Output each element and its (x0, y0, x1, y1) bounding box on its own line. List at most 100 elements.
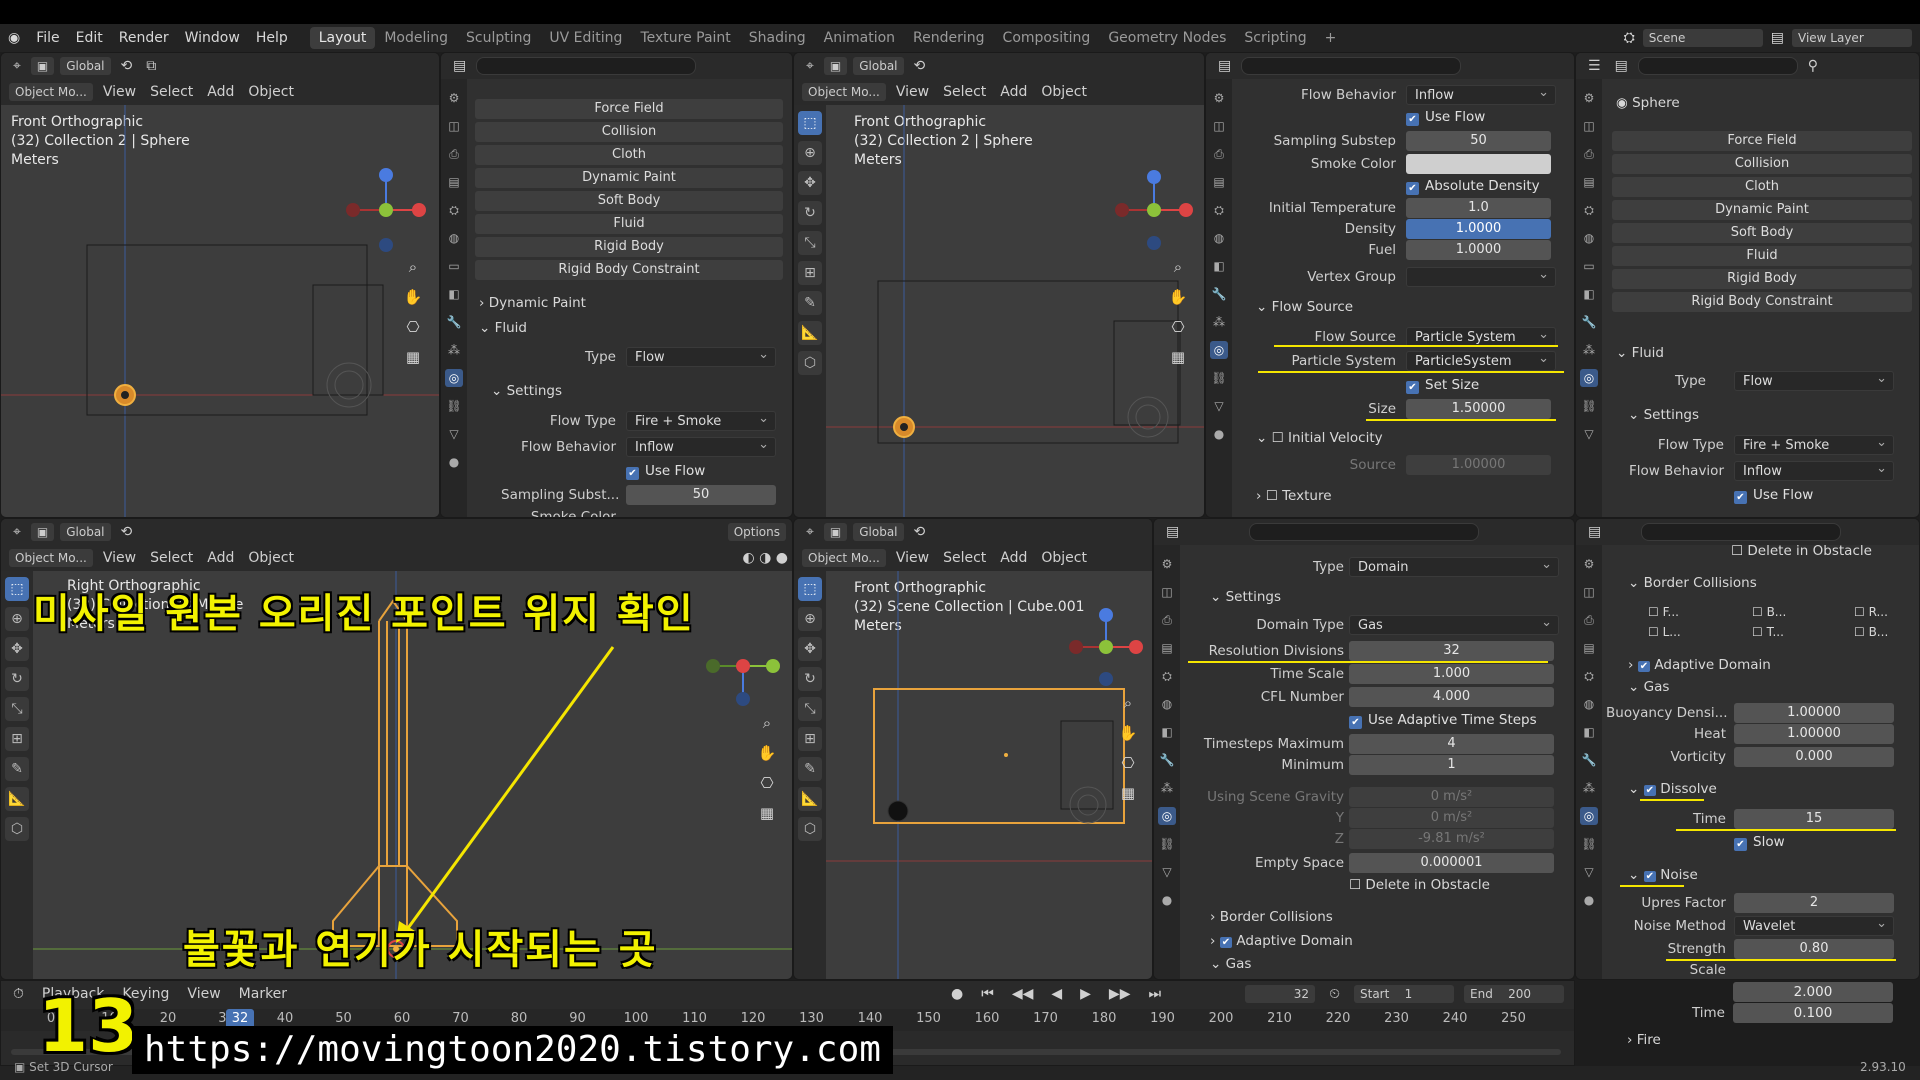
physics-collision-button[interactable]: Collision (475, 122, 783, 142)
transform-tool-icon[interactable]: ⊞ (798, 261, 822, 285)
transform-orientation-dropdown[interactable]: Global (60, 57, 111, 75)
data-tab-icon[interactable]: ▽ (1580, 425, 1598, 443)
vorticity-field[interactable]: 0.000 (1734, 747, 1894, 767)
collection-tab-icon[interactable]: ▭ (1580, 257, 1598, 275)
pivot-icon[interactable]: ⟲ (117, 524, 137, 540)
camera-icon[interactable]: ⎔ (1116, 751, 1140, 775)
add-cube-tool-icon[interactable]: ⬡ (798, 351, 822, 375)
delete-in-obstacle-checkbox[interactable]: ☐ Delete in Obstacle (1349, 877, 1490, 893)
physics-cloth-button[interactable]: Cloth (475, 145, 783, 165)
select-box-tool-icon[interactable]: ⬚ (798, 577, 822, 601)
physics-rigid-body-constraint-button[interactable]: Rigid Body Constraint (1612, 292, 1912, 312)
display-mode-icon[interactable]: ▤ (1611, 58, 1632, 74)
initial-temperature-field[interactable]: 1.0 (1406, 198, 1551, 218)
render-tab-icon[interactable]: ◫ (1580, 583, 1598, 601)
snap-icon[interactable]: ⧉ (142, 58, 160, 74)
dissolve-time-field[interactable]: 15 (1734, 809, 1894, 829)
use-flow-checkbox[interactable]: Use Flow (1734, 487, 1813, 504)
output-tab-icon[interactable]: ⎙ (1580, 145, 1598, 163)
delete-in-obstacle-checkbox[interactable]: ☐ Delete in Obstacle (1731, 543, 1872, 559)
play-reverse-icon[interactable]: ◀ (1047, 986, 1066, 1002)
slow-checkbox[interactable]: Slow (1734, 834, 1785, 851)
use-adaptive-time-steps-checkbox[interactable]: Use Adaptive Time Steps (1349, 712, 1537, 729)
constraints-tab-icon[interactable]: ⛓ (1580, 397, 1598, 415)
prev-keyframe-icon[interactable]: ◀◀ (1008, 986, 1038, 1002)
data-tab-icon[interactable]: ▽ (1158, 863, 1176, 881)
particles-tab-icon[interactable]: ⁂ (1158, 779, 1176, 797)
absolute-density-checkbox[interactable]: Absolute Density (1406, 178, 1540, 195)
size-field[interactable]: 1.50000 (1406, 399, 1551, 419)
annotate-tool-icon[interactable]: ✎ (798, 757, 822, 781)
world-tab-icon[interactable]: ◍ (1158, 695, 1176, 713)
end-frame-field[interactable]: End 200 (1464, 985, 1564, 1003)
view-layer-tab-icon[interactable]: ▤ (445, 173, 463, 191)
upres-factor-field[interactable]: 2 (1734, 893, 1894, 913)
scene-selector[interactable]: Scene (1642, 29, 1763, 47)
transform-tool-icon[interactable]: ⊞ (798, 727, 822, 751)
timesteps-minimum-field[interactable]: 1 (1349, 755, 1554, 775)
section-noise[interactable]: ⌄ ✔ Noise (1628, 867, 1698, 883)
start-frame-field[interactable]: Start 1 (1354, 985, 1454, 1003)
buoyancy-density-field[interactable]: 1.00000 (1734, 703, 1894, 723)
cursor-tool-icon[interactable]: ⊕ (5, 607, 29, 631)
menu-render[interactable]: Render (111, 30, 177, 46)
particles-tab-icon[interactable]: ⁂ (1580, 779, 1598, 797)
menu-select[interactable]: Select (146, 84, 197, 100)
border-front[interactable]: ☐ F... (1648, 605, 1679, 619)
menu-add[interactable]: Add (996, 84, 1031, 100)
pan-hand-icon[interactable]: ✋ (1166, 285, 1190, 309)
section-border-collisions[interactable]: ⌄ Border Collisions (1628, 575, 1757, 591)
zoom-icon[interactable]: ⌕ (1116, 691, 1140, 715)
camera-icon[interactable]: ⎔ (1166, 315, 1190, 339)
select-box-tool-icon[interactable]: ⬚ (798, 111, 822, 135)
props-search-field[interactable] (476, 57, 697, 75)
particles-tab-icon[interactable]: ⁂ (1210, 313, 1228, 331)
empty-space-field[interactable]: 0.000001 (1349, 853, 1554, 873)
menu-add[interactable]: Add (203, 550, 238, 566)
pivot-icon[interactable]: ⟲ (910, 58, 930, 74)
menu-view[interactable]: View (892, 550, 933, 566)
options-dropdown[interactable]: Options (727, 523, 786, 541)
menu-object[interactable]: Object (1037, 550, 1091, 566)
mode-dropdown[interactable]: Object Mo... (9, 83, 93, 101)
tool-tab-icon[interactable]: ⚙ (1158, 555, 1176, 573)
section-adaptive-domain[interactable]: › ✔ Adaptive Domain (1210, 933, 1353, 949)
menu-view[interactable]: View (99, 84, 140, 100)
section-border-collisions[interactable]: › Border Collisions (1210, 909, 1333, 925)
workspace-tab-layout[interactable]: Layout (309, 27, 376, 49)
section-settings[interactable]: ⌄ Settings (1628, 407, 1699, 423)
props-search-field[interactable] (1641, 523, 1842, 541)
data-tab-icon[interactable]: ▽ (1210, 397, 1228, 415)
rotate-tool-icon[interactable]: ↻ (798, 201, 822, 225)
select-mode-icon[interactable]: ▣ (30, 523, 55, 541)
measure-tool-icon[interactable]: 📐 (798, 321, 822, 345)
particle-system-field[interactable]: ParticleSystem (1406, 349, 1556, 371)
flow-type-dropdown[interactable]: Fire + Smoke (1734, 433, 1894, 455)
move-tool-icon[interactable]: ✥ (798, 637, 822, 661)
menu-window[interactable]: Window (177, 30, 248, 46)
border-right[interactable]: ☐ R... (1854, 605, 1888, 619)
transform-orientation-dropdown[interactable]: Global (60, 523, 111, 541)
border-left[interactable]: ☐ L... (1648, 625, 1681, 639)
modifier-tab-icon[interactable]: 🔧 (1210, 285, 1228, 303)
collection-tab-icon[interactable]: ▭ (445, 257, 463, 275)
material-tab-icon[interactable]: ● (445, 453, 463, 471)
timesteps-maximum-field[interactable]: 4 (1349, 734, 1554, 754)
pan-hand-icon[interactable]: ✋ (1116, 721, 1140, 745)
modifier-tab-icon[interactable]: 🔧 (445, 313, 463, 331)
gravity-z-field[interactable]: -9.81 m/s² (1349, 829, 1554, 849)
object-tab-icon[interactable]: ◧ (1580, 285, 1598, 303)
gravity-y-field[interactable]: 0 m/s² (1349, 808, 1554, 828)
editor-type-icon[interactable]: ⌖ (9, 58, 25, 74)
workspace-tab-shading[interactable]: Shading (740, 27, 815, 49)
section-initial-velocity[interactable]: ⌄ ☐ Initial Velocity (1256, 430, 1383, 446)
physics-force-field-button[interactable]: Force Field (475, 99, 783, 119)
editor-type-icon[interactable]: ⏱ (9, 986, 28, 1002)
tool-tab-icon[interactable]: ⚙ (1580, 89, 1598, 107)
cursor-tool-icon[interactable]: ⊕ (798, 607, 822, 631)
constraints-tab-icon[interactable]: ⛓ (1580, 835, 1598, 853)
scene-tab-icon[interactable]: ⛭ (1210, 201, 1228, 219)
flow-behavior-dropdown[interactable]: Inflow (1734, 459, 1894, 481)
pivot-icon[interactable]: ⟲ (910, 524, 930, 540)
physics-force-field-button[interactable]: Force Field (1612, 131, 1912, 151)
